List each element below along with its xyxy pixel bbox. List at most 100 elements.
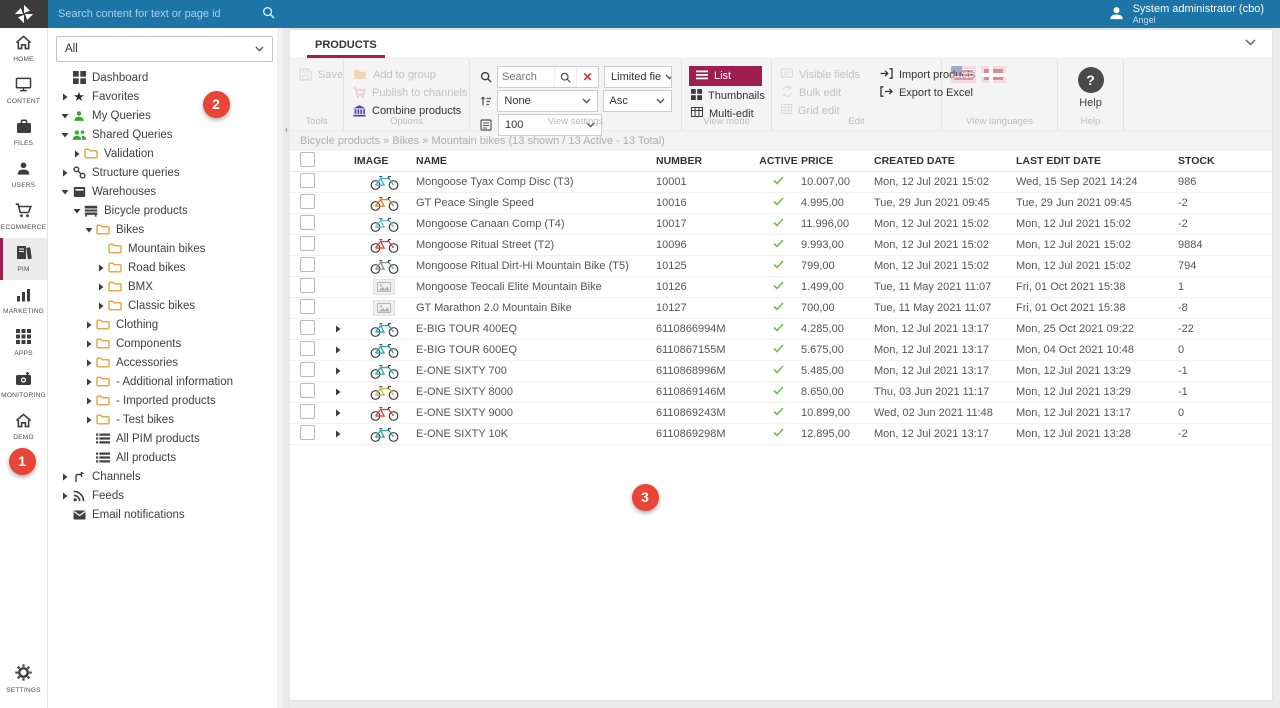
tree-caret-down-icon[interactable] (58, 132, 71, 138)
table-row[interactable]: E-BIG TOUR 600EQ6110867155M5.675,00Mon, … (290, 340, 1272, 361)
row-checkbox[interactable] (300, 320, 315, 335)
rail-item-apps[interactable]: APPS (0, 322, 47, 364)
row-expand-icon[interactable] (324, 325, 352, 333)
table-row[interactable]: Mongoose Ritual Dirt-Hi Mountain Bike (T… (290, 256, 1272, 277)
row-expand-icon[interactable] (324, 346, 352, 354)
tree-item-all-pim-products[interactable]: All PIM products (48, 429, 283, 448)
table-row[interactable]: GT Marathon 2.0 Mountain Bike10127700,00… (290, 298, 1272, 319)
row-checkbox[interactable] (300, 194, 315, 209)
column-header-name[interactable]: NAME (416, 155, 656, 167)
help-button[interactable]: ? (1078, 67, 1104, 93)
tree-item-warehouses[interactable]: Warehouses (48, 182, 283, 201)
rail-item-demo[interactable]: DEMO (0, 406, 47, 448)
table-row[interactable]: GT Peace Single Speed100164.995,00Tue, 2… (290, 193, 1272, 214)
tree-caret-right-icon[interactable] (58, 473, 71, 481)
column-header-price[interactable]: PRICE (801, 155, 874, 167)
tree-caret-right-icon[interactable] (82, 416, 95, 424)
tree-item-accessories[interactable]: Accessories (48, 353, 283, 372)
product-name[interactable]: Mongoose Ritual Dirt-Hi Mountain Bike (T… (416, 260, 656, 272)
product-name[interactable]: E-BIG TOUR 400EQ (416, 323, 656, 335)
tree-item-dashboard[interactable]: Dashboard (48, 68, 283, 87)
us-flag-icon[interactable] (951, 66, 976, 83)
tree-item-favorites[interactable]: ★Favorites (48, 87, 283, 106)
row-checkbox[interactable] (300, 362, 315, 377)
product-name[interactable]: GT Marathon 2.0 Mountain Bike (416, 302, 656, 314)
run-search-icon[interactable] (554, 67, 576, 87)
panel-chevron-down-icon[interactable] (1245, 39, 1256, 46)
column-header-created[interactable]: CREATED DATE (874, 155, 1016, 167)
column-header-lastedit[interactable]: LAST EDIT DATE (1016, 155, 1178, 167)
product-name[interactable]: GT Peace Single Speed (416, 197, 656, 209)
table-row[interactable]: Mongoose Ritual Street (T2)100969.993,00… (290, 235, 1272, 256)
tree-caret-right-icon[interactable] (82, 321, 95, 329)
row-expand-icon[interactable] (324, 430, 352, 438)
row-checkbox[interactable] (300, 341, 315, 356)
tree-caret-right-icon[interactable] (58, 492, 71, 500)
rail-item-home[interactable]: HOME (0, 28, 47, 70)
select-all-checkbox[interactable] (300, 152, 315, 167)
rail-item-monitoring[interactable]: MONITORING (0, 364, 47, 406)
sort-direction-select[interactable]: Asc (603, 90, 673, 112)
tree-caret-right-icon[interactable] (82, 359, 95, 367)
danish-flag-icon[interactable] (981, 66, 1006, 83)
publish-to-channels-button[interactable]: Publish to channels (353, 84, 460, 101)
tree-item-test-bikes[interactable]: - Test bikes (48, 410, 283, 429)
search-icon[interactable] (262, 6, 275, 22)
row-checkbox[interactable] (300, 299, 315, 314)
thumbnails-view-button[interactable]: Thumbnails (691, 87, 762, 104)
row-checkbox[interactable] (300, 425, 315, 440)
rail-item-settings[interactable]: SETTINGS (0, 658, 47, 700)
tree-item-imported-products[interactable]: - Imported products (48, 391, 283, 410)
rail-item-marketing[interactable]: MARKETING (0, 280, 47, 322)
tree-caret-right-icon[interactable] (94, 283, 107, 291)
product-name[interactable]: Mongoose Tyax Comp Disc (T3) (416, 176, 656, 188)
product-name[interactable]: Mongoose Teocali Elite Mountain Bike (416, 281, 656, 293)
table-row[interactable]: E-BIG TOUR 400EQ6110866994M4.285,00Mon, … (290, 319, 1272, 340)
rail-item-pim[interactable]: PIM (0, 238, 47, 280)
row-checkbox[interactable] (300, 236, 315, 251)
tree-item-classic-bikes[interactable]: Classic bikes (48, 296, 283, 315)
tree-item-components[interactable]: Components (48, 334, 283, 353)
tree-item-mountain-bikes[interactable]: Mountain bikes (48, 239, 283, 258)
tree-caret-down-icon[interactable] (70, 208, 83, 214)
tree-item-additional-information[interactable]: - Additional information (48, 372, 283, 391)
column-header-image[interactable]: IMAGE (352, 155, 416, 167)
app-logo[interactable] (0, 0, 48, 28)
visible-fields-button[interactable]: Visible fields (781, 66, 860, 83)
tree-filter-select[interactable]: All (56, 36, 273, 62)
tree-caret-right-icon[interactable] (94, 264, 107, 272)
tree-item-feeds[interactable]: Feeds (48, 486, 283, 505)
row-expand-icon[interactable] (324, 409, 352, 417)
collapse-sidebar-icon[interactable]: ‹ (283, 122, 290, 136)
tree-caret-right-icon[interactable] (58, 93, 71, 101)
table-row[interactable]: Mongoose Teocali Elite Mountain Bike1012… (290, 277, 1272, 298)
product-name[interactable]: E-ONE SIXTY 700 (416, 365, 656, 377)
product-name[interactable]: Mongoose Canaan Comp (T4) (416, 218, 656, 230)
column-header-number[interactable]: NUMBER (656, 155, 756, 167)
rail-item-files[interactable]: FILES (0, 112, 47, 154)
product-name[interactable]: E-ONE SIXTY 10K (416, 428, 656, 440)
user-menu[interactable]: System administrator (cbo) Angel (1108, 3, 1280, 26)
global-search-input[interactable] (58, 8, 258, 20)
rail-item-users[interactable]: USERS (0, 154, 47, 196)
row-checkbox[interactable] (300, 383, 315, 398)
row-checkbox[interactable] (300, 173, 315, 188)
table-row[interactable]: E-ONE SIXTY 80006110869146M8.650,00Thu, … (290, 382, 1272, 403)
row-checkbox[interactable] (300, 215, 315, 230)
tree-caret-right-icon[interactable] (82, 397, 95, 405)
table-row[interactable]: E-ONE SIXTY 10K6110869298M12.895,00Mon, … (290, 424, 1272, 445)
clear-search-icon[interactable]: ✕ (576, 67, 598, 87)
tree-caret-right-icon[interactable] (58, 169, 71, 177)
product-name[interactable]: E-ONE SIXTY 9000 (416, 407, 656, 419)
product-name[interactable]: Mongoose Ritual Street (T2) (416, 239, 656, 251)
tree-item-channels[interactable]: Channels (48, 467, 283, 486)
tree-caret-right-icon[interactable] (82, 340, 95, 348)
list-view-button[interactable]: List (689, 66, 762, 86)
tree-item-structure-queries[interactable]: Structure queries (48, 163, 283, 182)
rail-item-content[interactable]: CONTENT (0, 70, 47, 112)
table-row[interactable]: Mongoose Canaan Comp (T4)1001711.996,00M… (290, 214, 1272, 235)
tree-item-clothing[interactable]: Clothing (48, 315, 283, 334)
tree-caret-right-icon[interactable] (82, 378, 95, 386)
tree-caret-down-icon[interactable] (58, 189, 71, 195)
add-to-group-button[interactable]: Add to group (353, 66, 460, 83)
